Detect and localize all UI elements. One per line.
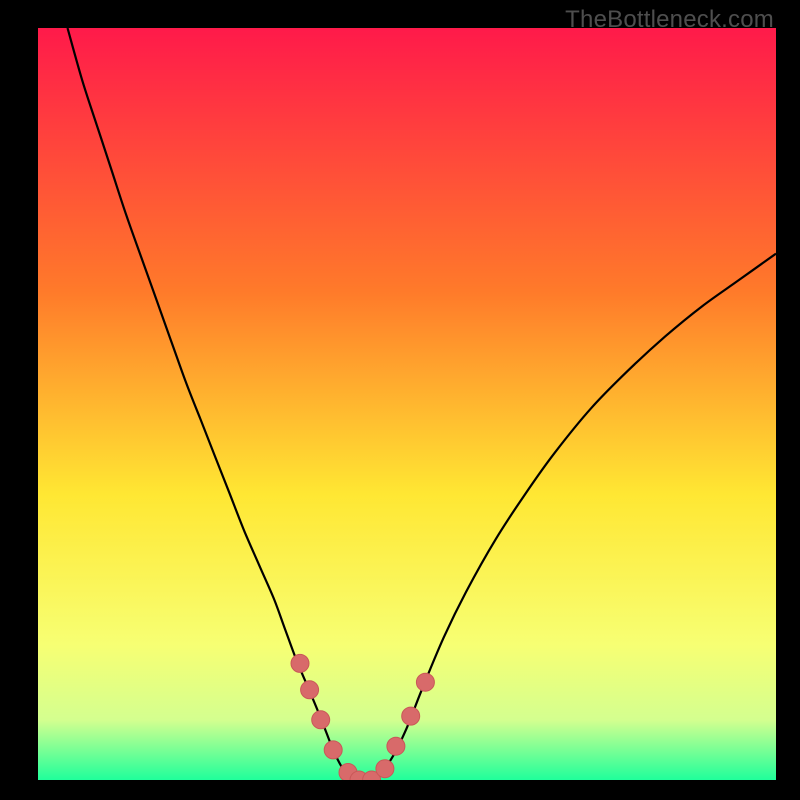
curve-marker: [301, 681, 319, 699]
gradient-background: [38, 28, 776, 780]
curve-marker: [291, 654, 309, 672]
curve-marker: [324, 741, 342, 759]
chart-frame: TheBottleneck.com: [0, 0, 800, 800]
curve-marker: [312, 711, 330, 729]
curve-marker: [416, 673, 434, 691]
curve-marker: [376, 760, 394, 778]
chart-plot: [38, 28, 776, 780]
curve-marker: [387, 737, 405, 755]
watermark-text: TheBottleneck.com: [565, 6, 774, 34]
curve-marker: [402, 707, 420, 725]
